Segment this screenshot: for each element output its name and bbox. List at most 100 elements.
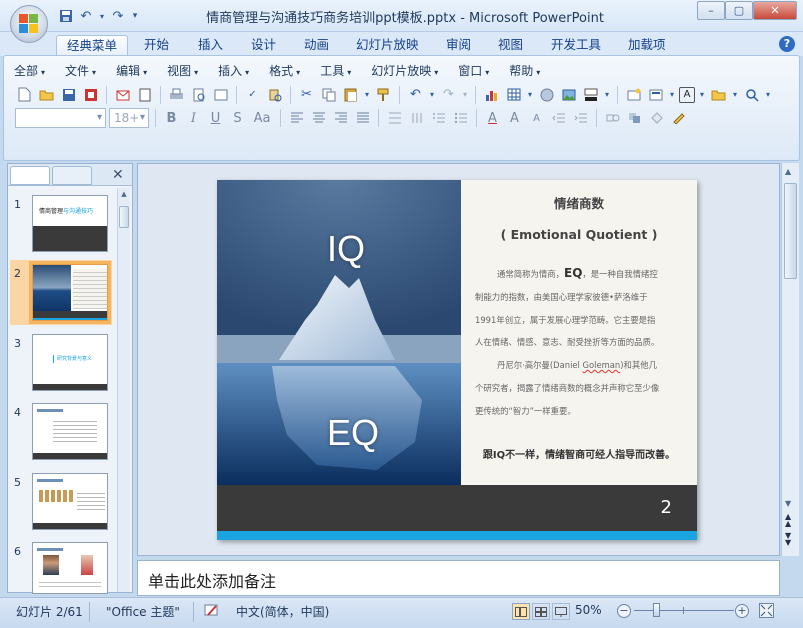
tab-view[interactable]: 视图 <box>488 35 533 56</box>
scroll-down-icon[interactable]: ▼ <box>785 499 791 508</box>
shape-fill-icon[interactable] <box>647 109 666 128</box>
previous-slide-icon[interactable]: ▲ ▲ <box>785 513 791 528</box>
scroll-up-icon[interactable]: ▲ <box>785 167 791 176</box>
normal-view-button[interactable] <box>512 603 530 620</box>
format-painter-icon[interactable] <box>374 85 393 104</box>
menu-tools[interactable]: 工具 ▾ <box>320 62 351 80</box>
chart-icon[interactable] <box>482 85 501 104</box>
menu-window[interactable]: 窗口 ▾ <box>458 62 489 80</box>
menu-view[interactable]: 视图 ▾ <box>167 62 198 80</box>
scroll-up-icon[interactable]: ▲ <box>119 190 129 200</box>
office-button[interactable] <box>10 5 48 43</box>
zoom-slider-track[interactable] <box>634 610 734 611</box>
tab-addins[interactable]: 加载项 <box>618 35 676 56</box>
align-right-icon[interactable] <box>331 109 350 128</box>
textbox-dropdown-icon[interactable]: ▾ <box>698 85 706 104</box>
customize-qat-icon[interactable]: ▾ <box>130 8 140 24</box>
table-dropdown-icon[interactable]: ▾ <box>526 85 534 104</box>
layout-dropdown-icon[interactable]: ▾ <box>668 85 676 104</box>
help-icon[interactable]: ? <box>779 36 795 52</box>
bold-button[interactable]: B <box>162 109 181 128</box>
new-slide-icon[interactable] <box>624 85 643 104</box>
spellcheck-status-icon[interactable] <box>204 604 220 618</box>
increase-indent-icon[interactable] <box>571 109 590 128</box>
tab-animations[interactable]: 动画 <box>294 35 339 56</box>
zoom-icon[interactable] <box>742 85 761 104</box>
slide-sorter-view-button[interactable] <box>532 603 550 620</box>
notes-pane[interactable]: 单击此处添加备注 <box>137 560 780 596</box>
copy-icon[interactable] <box>319 85 338 104</box>
font-name-combo[interactable] <box>15 108 106 128</box>
tab-outline[interactable] <box>52 166 92 185</box>
change-case-button[interactable]: Aa <box>250 109 274 128</box>
theme-name[interactable]: "Office 主题" <box>106 603 180 620</box>
decrease-indent-icon[interactable] <box>549 109 568 128</box>
slide-thumbnail-6[interactable] <box>32 542 108 594</box>
slide-text-area[interactable]: 情绪商数 ( Emotional Quotient ) 通常简称为情商，EQ，是… <box>461 180 697 485</box>
permission-icon[interactable] <box>81 85 100 104</box>
tab-home[interactable]: 开始 <box>134 35 179 56</box>
save-icon[interactable] <box>59 85 78 104</box>
insert-picture-icon[interactable] <box>559 85 578 104</box>
email-icon[interactable] <box>113 85 132 104</box>
slide-thumbnail-2[interactable] <box>29 261 111 324</box>
shrink-font-icon[interactable]: A <box>527 109 546 128</box>
undo-icon[interactable]: ↶ <box>406 85 425 104</box>
undo-icon[interactable]: ↶ <box>78 8 94 24</box>
tab-developer[interactable]: 开发工具 <box>541 35 611 56</box>
strikethrough-button[interactable]: S <box>228 109 247 128</box>
menu-help[interactable]: 帮助 ▾ <box>509 62 540 80</box>
grow-font-icon[interactable]: A <box>505 109 524 128</box>
open-folder-icon[interactable] <box>37 85 56 104</box>
underline-button[interactable]: U <box>206 109 225 128</box>
save-icon[interactable] <box>58 8 74 24</box>
zoom-out-button[interactable]: − <box>617 604 631 618</box>
align-center-icon[interactable] <box>309 109 328 128</box>
close-panel-icon[interactable]: ✕ <box>112 167 124 183</box>
tab-insert[interactable]: 插入 <box>188 35 233 56</box>
paste-dropdown-icon[interactable]: ▾ <box>363 85 371 104</box>
restore-button[interactable]: ▢ <box>725 1 753 20</box>
zoom-in-button[interactable]: + <box>735 604 749 618</box>
folder-icon[interactable] <box>709 85 728 104</box>
paste-icon[interactable] <box>341 85 360 104</box>
slideshow-view-button[interactable] <box>552 603 570 620</box>
menu-edit[interactable]: 编辑 ▾ <box>116 62 147 80</box>
redo-dropdown-icon[interactable]: ▾ <box>461 85 469 104</box>
zoom-slider-thumb[interactable] <box>653 603 660 617</box>
slide-thumbnail-3[interactable]: 研究背景与意义 <box>32 334 108 391</box>
justify-icon[interactable] <box>353 109 372 128</box>
close-button[interactable]: ✕ <box>753 1 797 20</box>
pdf-icon[interactable] <box>135 85 154 104</box>
slide-scrollbar[interactable]: ▲ ▼ ▲ ▲ ▼ ▼ <box>781 163 799 556</box>
menu-all[interactable]: 全部 ▾ <box>14 62 45 80</box>
zoom-level[interactable]: 50% <box>575 603 602 617</box>
slide-view-icon[interactable] <box>211 85 230 104</box>
thumbnail-scrollbar[interactable]: ▲ <box>117 188 130 592</box>
color-scheme-dropdown-icon[interactable]: ▾ <box>603 85 611 104</box>
color-scheme-icon[interactable] <box>581 85 600 104</box>
shape-outline-icon[interactable] <box>669 109 688 128</box>
redo-icon[interactable]: ↷ <box>439 85 458 104</box>
undo-dropdown-icon[interactable]: ▾ <box>428 85 436 104</box>
undo-dropdown-icon[interactable]: ▾ <box>98 8 106 24</box>
shapes-icon[interactable] <box>603 109 622 128</box>
layout-icon[interactable] <box>646 85 665 104</box>
new-document-icon[interactable] <box>15 85 34 104</box>
clipart-icon[interactable] <box>537 85 556 104</box>
spelling-icon[interactable]: ✓ <box>243 85 262 104</box>
font-size-combo[interactable]: 18+ <box>109 108 149 128</box>
slide-thumbnail-5[interactable] <box>32 473 108 530</box>
fit-to-window-icon[interactable] <box>759 603 774 618</box>
menu-file[interactable]: 文件 ▾ <box>65 62 96 80</box>
menu-insert[interactable]: 插入 ▾ <box>218 62 249 80</box>
italic-button[interactable]: I <box>184 109 203 128</box>
print-preview-icon[interactable] <box>189 85 208 104</box>
language-indicator[interactable]: 中文(简体，中国) <box>236 603 329 620</box>
arrange-icon[interactable] <box>625 109 644 128</box>
menu-slideshow[interactable]: 幻灯片放映 ▾ <box>371 62 438 80</box>
minimize-button[interactable]: – <box>697 1 725 20</box>
bullets-icon[interactable] <box>451 109 470 128</box>
scroll-thumb[interactable] <box>784 183 797 279</box>
tab-classic-menu[interactable]: 经典菜单 <box>56 35 129 56</box>
